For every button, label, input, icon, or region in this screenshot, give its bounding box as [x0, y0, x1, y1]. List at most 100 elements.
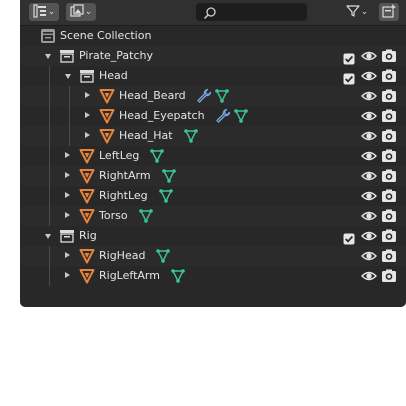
tree-row-label[interactable]: RightLeg	[99, 189, 148, 203]
tree-row-label[interactable]: RightArm	[99, 169, 151, 183]
tree-row-leftleg[interactable]: LeftLeg	[20, 146, 406, 166]
camera-render-icon[interactable]	[381, 168, 397, 188]
tree-row-label[interactable]: LeftLeg	[99, 149, 139, 163]
camera-render-icon[interactable]	[381, 188, 397, 208]
tree-row-rightleg[interactable]: RightLeg	[20, 186, 406, 206]
eye-visibility-icon[interactable]	[361, 48, 377, 68]
camera-render-icon[interactable]	[381, 108, 397, 128]
disclosure-collapsed-icon[interactable]	[85, 112, 90, 118]
tree-row-label[interactable]: Rig	[79, 229, 97, 243]
tree-row-rig[interactable]: Rig	[20, 226, 406, 246]
chevron-down-icon: ⌄	[47, 6, 56, 17]
collection-icon	[79, 68, 95, 88]
vertex-group-icon[interactable]	[214, 88, 230, 108]
scene-collection-icon	[40, 28, 56, 48]
tree-row-righead[interactable]: RigHead	[20, 246, 406, 266]
eye-visibility-icon[interactable]	[361, 188, 377, 208]
disclosure-expanded-icon[interactable]	[65, 74, 71, 79]
hierarchy-guide-line	[49, 66, 50, 226]
disclosure-collapsed-icon[interactable]	[65, 272, 70, 278]
tree-row-head-beard[interactable]: Head_Beard	[20, 86, 406, 106]
eye-visibility-icon[interactable]	[361, 248, 377, 268]
eye-visibility-icon[interactable]	[361, 68, 377, 88]
vertex-group-icon[interactable]	[161, 168, 177, 188]
vertex-group-icon[interactable]	[170, 268, 186, 288]
tree-row-label[interactable]: Head_Beard	[119, 89, 186, 103]
tree-row-label[interactable]: RigHead	[99, 249, 145, 263]
camera-render-icon[interactable]	[381, 268, 397, 288]
vertex-group-icon[interactable]	[183, 128, 199, 148]
new-collection-button[interactable]	[379, 3, 399, 21]
disclosure-collapsed-icon[interactable]	[65, 252, 70, 258]
tree-row-pirate-patchy[interactable]: Pirate_Patchy	[20, 46, 406, 66]
disclosure-collapsed-icon[interactable]	[65, 172, 70, 178]
new-collection-icon	[382, 3, 396, 22]
tree-row-head-eyepatch[interactable]: Head_Eyepatch	[20, 106, 406, 126]
camera-render-icon[interactable]	[381, 248, 397, 268]
tree-row-rightarm[interactable]: RightArm	[20, 166, 406, 186]
camera-render-icon[interactable]	[381, 88, 397, 108]
wrench-modifier-icon[interactable]	[196, 88, 212, 108]
eye-visibility-icon[interactable]	[361, 108, 377, 128]
collection-icon	[59, 228, 75, 248]
eye-visibility-icon[interactable]	[361, 168, 377, 188]
eye-visibility-icon[interactable]	[361, 268, 377, 288]
tree-row-label[interactable]: Pirate_Patchy	[79, 49, 153, 63]
search-field[interactable]	[196, 3, 307, 21]
search-icon	[203, 5, 217, 24]
search-input[interactable]	[220, 4, 302, 19]
camera-render-icon[interactable]	[381, 228, 397, 248]
disclosure-expanded-icon[interactable]	[45, 234, 51, 239]
chevron-down-icon: ⌄	[84, 6, 93, 17]
camera-render-icon[interactable]	[381, 148, 397, 168]
outliner-panel: ⌄ ⌄ ⌄ Scene Collection Pirate_Patchy Hea…	[20, 0, 406, 307]
eye-visibility-icon[interactable]	[361, 148, 377, 168]
vertex-group-icon[interactable]	[155, 248, 171, 268]
tree-row-rigleftarm[interactable]: RigLeftArm	[20, 266, 406, 286]
vertex-group-icon[interactable]	[149, 148, 165, 168]
tree-row-label[interactable]: Torso	[99, 209, 128, 223]
tree-row-torso[interactable]: Torso	[20, 206, 406, 226]
eye-visibility-icon[interactable]	[361, 128, 377, 148]
eye-visibility-icon[interactable]	[361, 208, 377, 228]
disclosure-collapsed-icon[interactable]	[65, 152, 70, 158]
vertex-group-icon[interactable]	[138, 208, 154, 228]
mesh-object-icon	[79, 248, 95, 268]
tree-row-label[interactable]: Scene Collection	[60, 29, 151, 43]
outliner-tree: Scene Collection Pirate_Patchy Head Head_Be…	[20, 26, 406, 286]
mesh-object-icon	[99, 128, 115, 148]
vertex-group-icon[interactable]	[233, 108, 249, 128]
disclosure-collapsed-icon[interactable]	[65, 192, 70, 198]
tree-row-scene-collection[interactable]: Scene Collection	[20, 26, 406, 46]
eye-visibility-icon[interactable]	[361, 88, 377, 108]
filter-dropdown[interactable]: ⌄	[342, 3, 372, 21]
disclosure-collapsed-icon[interactable]	[85, 132, 90, 138]
disclosure-expanded-icon[interactable]	[45, 54, 51, 59]
disclosure-collapsed-icon[interactable]	[65, 212, 70, 218]
tree-row-head-hat[interactable]: Head_Hat	[20, 126, 406, 146]
outliner-header: ⌄ ⌄ ⌄	[20, 0, 406, 26]
tree-row-head[interactable]: Head	[20, 66, 406, 86]
mesh-object-icon	[79, 148, 95, 168]
wrench-modifier-icon[interactable]	[215, 108, 231, 128]
tree-row-label[interactable]: Head_Eyepatch	[119, 109, 205, 123]
camera-render-icon[interactable]	[381, 128, 397, 148]
disclosure-collapsed-icon[interactable]	[85, 92, 90, 98]
camera-render-icon[interactable]	[381, 48, 397, 68]
funnel-filter-icon	[346, 3, 360, 22]
tree-row-label[interactable]: Head_Hat	[119, 129, 173, 143]
mesh-object-icon	[79, 268, 95, 288]
mesh-object-icon	[79, 208, 95, 228]
chevron-down-icon: ⌄	[360, 6, 369, 17]
outliner-display-mode-icon	[33, 3, 47, 22]
hierarchy-guide-line	[69, 86, 70, 146]
vertex-group-icon[interactable]	[158, 188, 174, 208]
tree-row-label[interactable]: RigLeftArm	[99, 269, 160, 283]
display-mode-dropdown[interactable]: ⌄	[29, 3, 59, 21]
mesh-object-icon	[79, 168, 95, 188]
eye-visibility-icon[interactable]	[361, 228, 377, 248]
tree-row-label[interactable]: Head	[99, 69, 128, 83]
view-layer-dropdown[interactable]: ⌄	[66, 3, 96, 21]
camera-render-icon[interactable]	[381, 208, 397, 228]
camera-render-icon[interactable]	[381, 68, 397, 88]
